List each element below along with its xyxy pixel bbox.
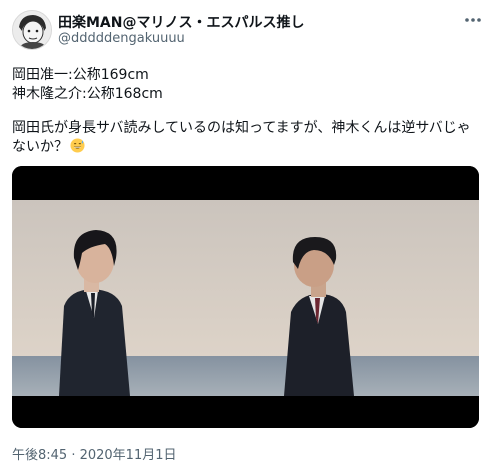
tweet-line: 岡田氏が身長サバ読みしているのは知ってますが、神木くんは逆サバじゃ — [12, 120, 471, 136]
tweet-line: ないか？ — [12, 139, 68, 155]
more-options-icon[interactable] — [462, 10, 484, 30]
tweet-card: 田楽MAN@マリノス・エスパルス推し @dddddengakuuuu 岡田准一:… — [0, 0, 500, 466]
tweet-line: 岡田准一:公称169cm — [12, 67, 149, 83]
avatar[interactable] — [12, 10, 52, 50]
avatar-illustration-icon — [13, 11, 51, 49]
tweet-line: 神木隆之介:公称168cm — [12, 86, 163, 102]
movie-still-image — [12, 166, 479, 428]
tweet-media[interactable] — [12, 166, 479, 428]
tweet-text: 岡田准一:公称169cm 神木隆之介:公称168cm 岡田氏が身長サバ読みしてい… — [12, 66, 488, 157]
tweet-line-last: ないか？ — [12, 138, 488, 157]
tweet-timestamp[interactable]: 午後8:45 · 2020年11月1日 — [12, 444, 177, 463]
grinning-sweat-emoji-icon — [70, 138, 85, 153]
user-handle[interactable]: @dddddengakuuuu — [58, 31, 185, 46]
display-name[interactable]: 田楽MAN@マリノス・エスパルス推し — [58, 12, 304, 32]
